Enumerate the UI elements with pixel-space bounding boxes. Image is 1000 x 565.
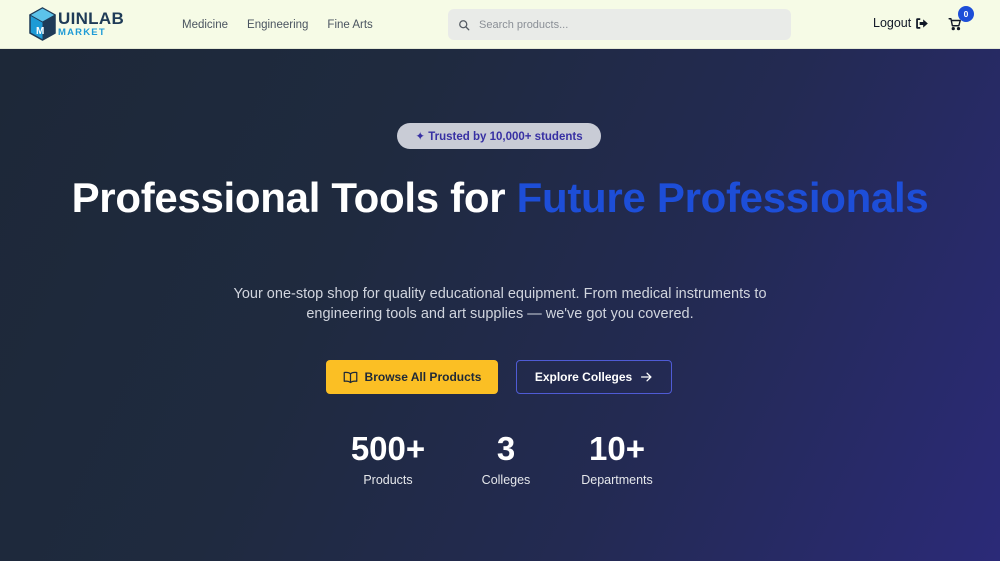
- search-input[interactable]: [479, 18, 769, 31]
- trust-badge: ✦ Trusted by 10,000+ students: [397, 123, 601, 149]
- stat-label: Departments: [581, 473, 653, 487]
- top-header: M UINLAB MARKET Medicine Engineering Fin…: [0, 0, 1000, 49]
- brand-logo[interactable]: M UINLAB MARKET: [29, 7, 124, 41]
- main-nav: Medicine Engineering Fine Arts: [182, 0, 373, 49]
- arrow-right-icon: [641, 372, 652, 382]
- open-book-icon: [343, 371, 357, 383]
- hero-section: ✦ Trusted by 10,000+ students Profession…: [0, 49, 1000, 561]
- hero-title-main: Professional Tools for: [71, 174, 517, 221]
- stat-value: 500+: [350, 430, 426, 467]
- stat-products: 500+ Products: [340, 430, 436, 488]
- stat-departments: 10+ Departments: [572, 430, 662, 488]
- logo-main-text: UINLAB: [58, 9, 125, 29]
- page-bottom-edge: [0, 561, 1000, 565]
- browse-products-label: Browse All Products: [364, 370, 482, 384]
- hero-title: Professional Tools for Future Profession…: [0, 176, 1000, 220]
- nav-link-engineering[interactable]: Engineering: [247, 19, 308, 31]
- search-bar[interactable]: [448, 9, 791, 40]
- logo-sub-text: MARKET: [58, 27, 106, 39]
- cart-count-badge: 0: [958, 6, 974, 22]
- logout-label: Logout: [873, 16, 912, 30]
- trust-badge-text: ✦ Trusted by 10,000+ students: [415, 131, 583, 143]
- explore-colleges-button[interactable]: Explore Colleges: [516, 360, 672, 394]
- browse-products-button[interactable]: Browse All Products: [326, 360, 498, 394]
- stat-colleges: 3 Colleges: [470, 430, 542, 488]
- explore-colleges-label: Explore Colleges: [534, 370, 633, 384]
- search-icon: [459, 19, 470, 30]
- stat-label: Products: [363, 473, 413, 487]
- hero-subtitle: Your one-stop shop for quality education…: [233, 286, 767, 322]
- stat-value: 10+: [589, 430, 645, 467]
- hero-title-accent: Future Professionals: [516, 174, 929, 221]
- nav-link-medicine[interactable]: Medicine: [182, 19, 228, 31]
- stat-label: Colleges: [481, 473, 531, 487]
- nav-link-fine-arts[interactable]: Fine Arts: [327, 19, 372, 31]
- cube-logo-icon: M: [29, 7, 56, 41]
- svg-text:M: M: [36, 26, 44, 37]
- logout-button[interactable]: Logout: [873, 16, 929, 30]
- logout-icon: [916, 17, 929, 29]
- stat-value: 3: [496, 430, 516, 467]
